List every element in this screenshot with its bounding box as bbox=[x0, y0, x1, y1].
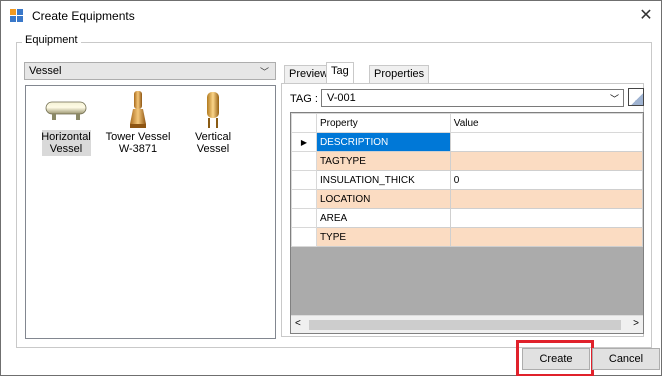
tower-vessel-icon bbox=[130, 91, 146, 128]
current-row-indicator: ▶ bbox=[291, 132, 317, 152]
grid-body: Property Value ▶ DESCRIPTION TAGTYPE INS… bbox=[291, 113, 644, 313]
equipment-item-label: Tower Vessel W-3871 bbox=[103, 131, 173, 155]
table-header: Property Value bbox=[291, 113, 644, 133]
label-line-2: Vessel bbox=[49, 143, 83, 155]
tab-tag[interactable]: Tag bbox=[326, 62, 354, 83]
label-line-1: Vertical Vessel bbox=[194, 131, 232, 155]
app-icon bbox=[10, 9, 23, 22]
property-cell[interactable]: DESCRIPTION bbox=[315, 132, 451, 152]
chevron-down-icon: ﹀ bbox=[259, 67, 269, 77]
column-header-value[interactable]: Value bbox=[449, 113, 644, 133]
equipment-type-combo[interactable]: Vessel ﹀ bbox=[24, 62, 276, 80]
table-row[interactable]: LOCATION bbox=[291, 189, 644, 209]
table-row[interactable]: TYPE bbox=[291, 227, 644, 247]
table-row[interactable]: AREA bbox=[291, 208, 644, 228]
row-header-corner bbox=[291, 113, 317, 133]
equipment-item-label: Horizontal Vessel bbox=[31, 131, 101, 155]
tag-value: V-001 bbox=[327, 92, 356, 104]
row-header bbox=[291, 189, 317, 209]
chevron-down-icon: ﹀ bbox=[609, 94, 619, 104]
value-cell[interactable] bbox=[449, 189, 644, 209]
column-header-property[interactable]: Property bbox=[315, 113, 451, 133]
title-bar: Create Equipments ✕ bbox=[1, 1, 661, 31]
value-cell[interactable] bbox=[449, 208, 644, 228]
property-cell[interactable]: LOCATION bbox=[315, 189, 451, 209]
table-row[interactable]: INSULATION_THICK 0 bbox=[291, 170, 644, 190]
table-row[interactable]: ▶ DESCRIPTION bbox=[291, 132, 644, 152]
horizontal-vessel-icon bbox=[45, 101, 87, 120]
value-cell[interactable] bbox=[449, 227, 644, 247]
property-cell[interactable]: INSULATION_THICK bbox=[315, 170, 451, 190]
horizontal-scrollbar[interactable]: < > bbox=[291, 315, 643, 333]
create-button[interactable]: Create bbox=[522, 348, 590, 370]
label-line-2: W-3871 bbox=[118, 143, 158, 155]
close-button[interactable]: ✕ bbox=[631, 1, 661, 31]
row-header bbox=[291, 170, 317, 190]
equipment-item-label: Vertical Vessel bbox=[178, 131, 248, 155]
label-line-1: Horizontal bbox=[41, 131, 91, 143]
equipment-item-vertical-vessel[interactable]: Vertical Vessel bbox=[178, 86, 248, 166]
document-icon[interactable] bbox=[628, 88, 644, 106]
chevron-right-icon[interactable]: > bbox=[633, 318, 639, 329]
table-row[interactable]: TAGTYPE bbox=[291, 151, 644, 171]
properties-tabs: Preview Tag Properties TAG : V-001 ﹀ Pro… bbox=[281, 62, 644, 337]
window-title: Create Equipments bbox=[32, 9, 135, 23]
cancel-button[interactable]: Cancel bbox=[592, 348, 660, 370]
equipment-list[interactable]: Horizontal Vessel Tower Vessel W-3871 Ve… bbox=[25, 85, 276, 339]
close-icon: ✕ bbox=[639, 7, 653, 24]
create-equipments-dialog: Create Equipments ✕ Equipment Vessel ﹀ H… bbox=[0, 0, 662, 376]
tag-tab-panel: TAG : V-001 ﹀ Property Value ▶ DESCRIPTI… bbox=[281, 83, 644, 337]
value-cell[interactable] bbox=[449, 132, 644, 152]
property-grid[interactable]: Property Value ▶ DESCRIPTION TAGTYPE INS… bbox=[290, 112, 644, 334]
row-header bbox=[291, 208, 317, 228]
property-table: Property Value ▶ DESCRIPTION TAGTYPE INS… bbox=[291, 113, 644, 247]
tag-combo[interactable]: V-001 ﹀ bbox=[321, 89, 624, 107]
property-cell[interactable]: AREA bbox=[315, 208, 451, 228]
value-cell[interactable]: 0 bbox=[449, 170, 644, 190]
equipment-type-value: Vessel bbox=[29, 65, 62, 77]
chevron-left-icon[interactable]: < bbox=[295, 318, 301, 329]
tag-label: TAG : bbox=[290, 93, 318, 105]
row-header bbox=[291, 151, 317, 171]
property-cell[interactable]: TYPE bbox=[315, 227, 451, 247]
vertical-vessel-icon bbox=[207, 92, 219, 128]
equipment-item-horizontal-vessel[interactable]: Horizontal Vessel bbox=[31, 86, 101, 166]
equipment-item-tower-vessel[interactable]: Tower Vessel W-3871 bbox=[103, 86, 173, 166]
property-cell[interactable]: TAGTYPE bbox=[315, 151, 451, 171]
value-cell[interactable] bbox=[449, 151, 644, 171]
label-line-1: Tower Vessel bbox=[105, 131, 171, 143]
scrollbar-thumb[interactable] bbox=[309, 320, 621, 330]
row-header bbox=[291, 227, 317, 247]
equipment-group-legend: Equipment bbox=[22, 34, 81, 46]
tab-properties[interactable]: Properties bbox=[369, 65, 430, 83]
